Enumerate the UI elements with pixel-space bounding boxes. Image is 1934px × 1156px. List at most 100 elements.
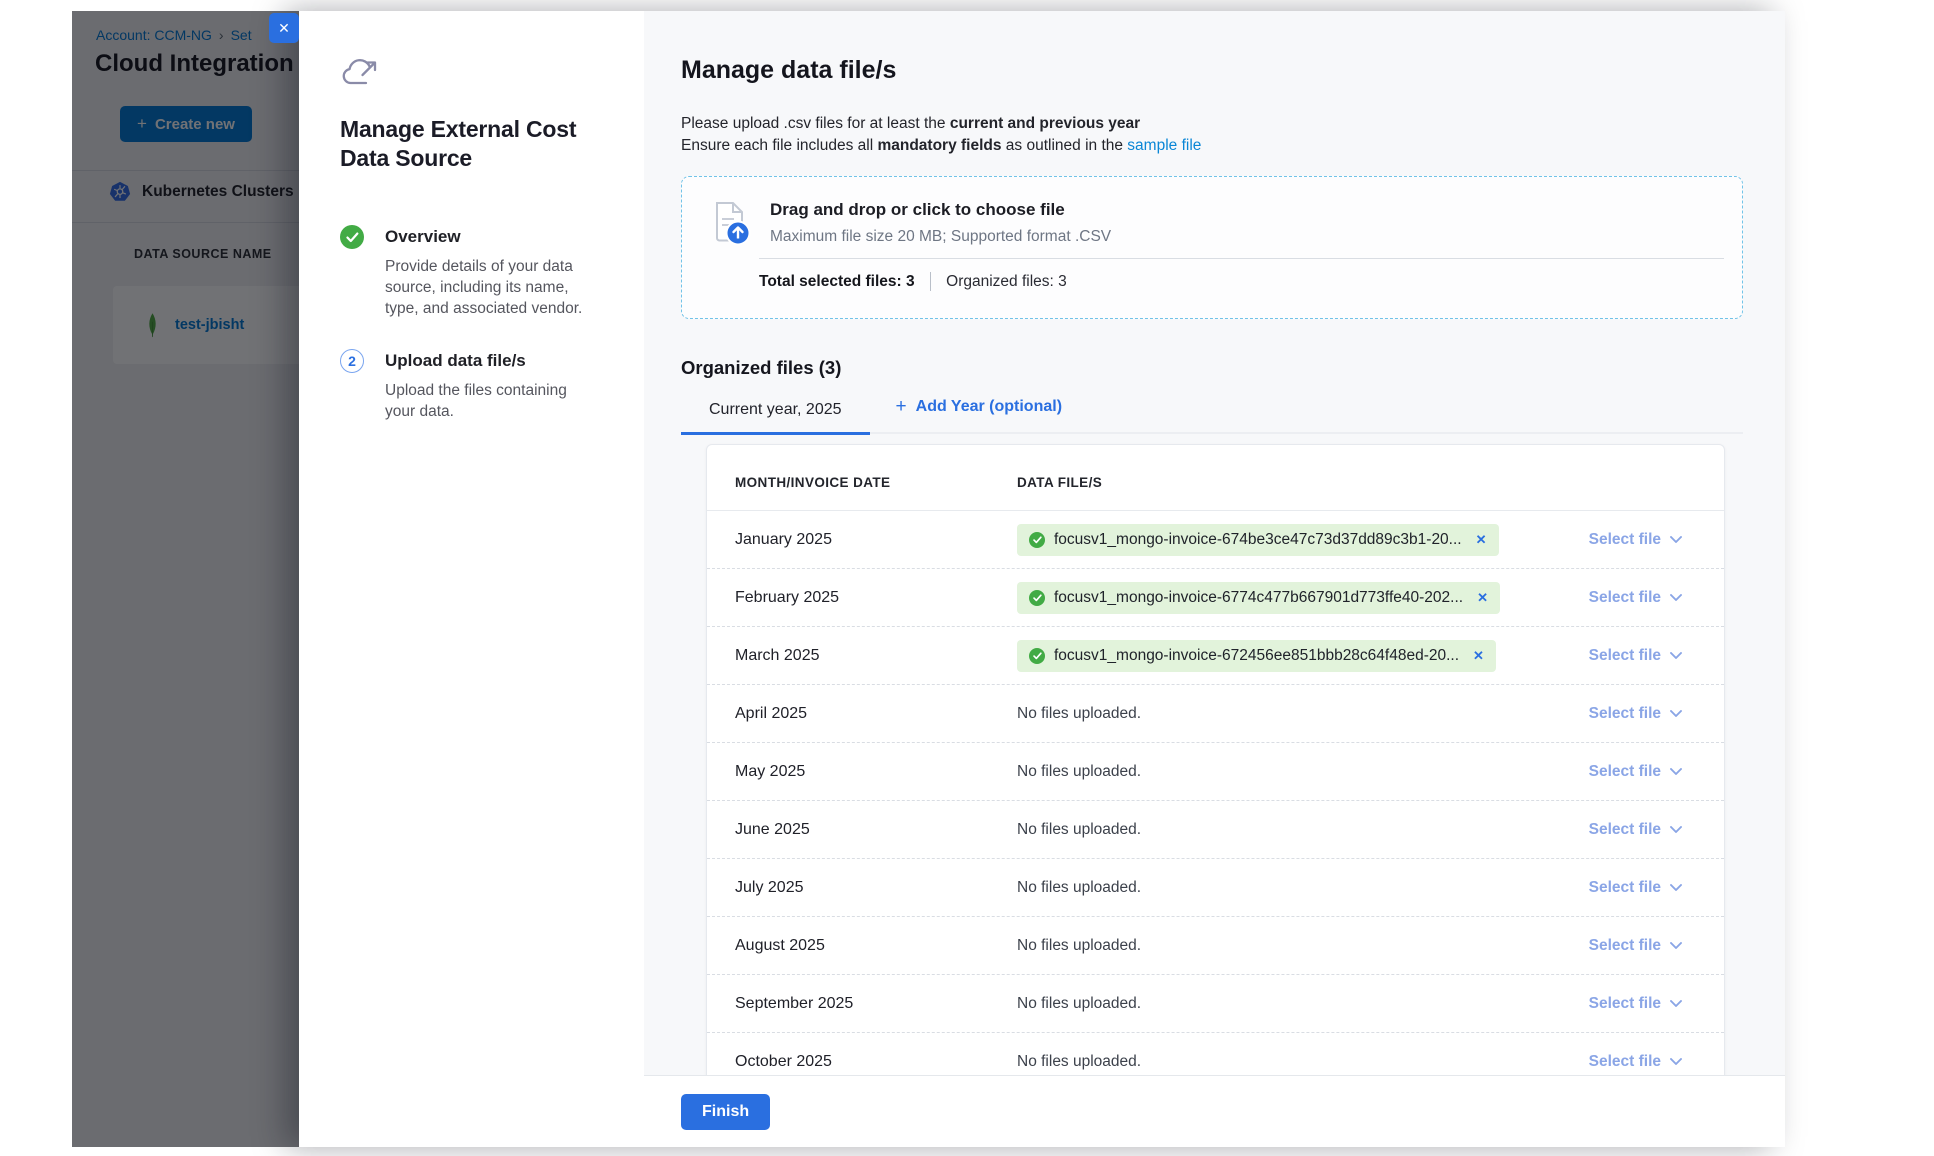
file-chip: focusv1_mongo-invoice-674be3ce47c73d37dd… — [1017, 524, 1499, 556]
month-label: March 2025 — [735, 647, 1017, 665]
select-file-label: Select file — [1589, 1053, 1661, 1071]
table-row: February 2025 focusv1_mongo-invoice-6774… — [707, 569, 1724, 627]
select-file-label: Select file — [1589, 589, 1661, 607]
step-complete-check-icon — [340, 225, 364, 249]
column-month-invoice-date: MONTH/INVOICE DATE — [735, 475, 1017, 490]
remove-file-icon[interactable]: ✕ — [1477, 590, 1488, 606]
table-row: January 2025 focusv1_mongo-invoice-674be… — [707, 511, 1724, 569]
chevron-down-icon — [1670, 536, 1682, 543]
month-label: June 2025 — [735, 821, 1017, 839]
check-circle-icon — [1029, 532, 1045, 548]
select-file-dropdown[interactable]: Select file — [1589, 705, 1696, 723]
dropzone-subtitle: Maximum file size 20 MB; Supported forma… — [770, 228, 1111, 246]
chevron-down-icon — [1670, 652, 1682, 659]
step-number-badge: 2 — [340, 349, 364, 373]
select-file-dropdown[interactable]: Select file — [1589, 821, 1696, 839]
files-cell: No files uploaded. — [1017, 937, 1589, 955]
add-year-button[interactable]: + Add Year (optional) — [896, 396, 1063, 432]
select-file-label: Select file — [1589, 705, 1661, 723]
select-file-dropdown[interactable]: Select file — [1589, 647, 1696, 665]
file-chip-name: focusv1_mongo-invoice-6774c477b667901d77… — [1054, 589, 1463, 607]
files-cell: No files uploaded. — [1017, 705, 1589, 723]
files-cell: focusv1_mongo-invoice-672456ee851bbb28c6… — [1017, 640, 1589, 672]
intro-line-2: Ensure each file includes all mandatory … — [681, 135, 1743, 157]
tab-current-year[interactable]: Current year, 2025 — [681, 401, 870, 435]
table-row: May 2025 No files uploaded. Select file — [707, 743, 1724, 801]
file-chip-name: focusv1_mongo-invoice-674be3ce47c73d37dd… — [1054, 531, 1462, 549]
step-upload-description: Upload the files containing your data. — [385, 380, 597, 422]
content-heading: Manage data file/s — [681, 56, 1743, 85]
table-header: MONTH/INVOICE DATE DATA FILE/S — [707, 445, 1724, 511]
check-circle-icon — [1029, 590, 1045, 606]
close-button[interactable]: ✕ — [269, 13, 299, 43]
table-row: June 2025 No files uploaded. Select file — [707, 801, 1724, 859]
select-file-label: Select file — [1589, 647, 1661, 665]
finish-button[interactable]: Finish — [681, 1094, 770, 1130]
select-file-label: Select file — [1589, 531, 1661, 549]
files-cell: No files uploaded. — [1017, 879, 1589, 897]
vertical-divider — [930, 272, 932, 291]
upload-step-content: Manage data file/s Please upload .csv fi… — [644, 11, 1785, 1147]
select-file-label: Select file — [1589, 879, 1661, 897]
chevron-down-icon — [1670, 1000, 1682, 1007]
select-file-label: Select file — [1589, 821, 1661, 839]
manage-data-source-drawer: ✕ Manage External Cost Data Source — [299, 11, 1785, 1147]
remove-file-icon[interactable]: ✕ — [1476, 532, 1487, 548]
select-file-dropdown[interactable]: Select file — [1589, 589, 1696, 607]
stepper-panel: Manage External Cost Data Source Overvie… — [299, 11, 644, 1147]
files-cell: No files uploaded. — [1017, 763, 1589, 781]
select-file-label: Select file — [1589, 995, 1661, 1013]
remove-file-icon[interactable]: ✕ — [1473, 648, 1484, 664]
divider — [759, 258, 1724, 259]
intro-line-1: Please upload .csv files for at least th… — [681, 113, 1743, 135]
file-chip: focusv1_mongo-invoice-6774c477b667901d77… — [1017, 582, 1500, 614]
step-overview-label: Overview — [385, 227, 597, 247]
select-file-dropdown[interactable]: Select file — [1589, 1053, 1696, 1071]
files-cell: No files uploaded. — [1017, 995, 1589, 1013]
chevron-down-icon — [1670, 594, 1682, 601]
file-chip-name: focusv1_mongo-invoice-672456ee851bbb28c6… — [1054, 647, 1459, 665]
select-file-dropdown[interactable]: Select file — [1589, 879, 1696, 897]
organized-files-heading: Organized files (3) — [681, 357, 1743, 379]
chevron-down-icon — [1670, 826, 1682, 833]
step-upload-data[interactable]: 2 Upload data file/s Upload the files co… — [340, 349, 606, 422]
table-row: April 2025 No files uploaded. Select fil… — [707, 685, 1724, 743]
total-selected-files: Total selected files: 3 — [759, 273, 915, 291]
check-circle-icon — [1029, 648, 1045, 664]
background-page: Account: CCM-NG › Set Cloud Integration … — [72, 11, 299, 1147]
empty-files-text: No files uploaded. — [1017, 705, 1141, 723]
month-rows: January 2025 focusv1_mongo-invoice-674be… — [707, 511, 1724, 1075]
scroll-area[interactable]: Manage data file/s Please upload .csv fi… — [644, 11, 1785, 1075]
add-year-label: Add Year (optional) — [916, 398, 1062, 416]
month-label: October 2025 — [735, 1053, 1017, 1071]
file-dropzone[interactable]: Drag and drop or click to choose file Ma… — [681, 176, 1743, 319]
empty-files-text: No files uploaded. — [1017, 763, 1141, 781]
select-file-label: Select file — [1589, 937, 1661, 955]
step-overview[interactable]: Overview Provide details of your data so… — [340, 225, 606, 319]
column-data-files: DATA FILE/S — [1017, 475, 1102, 490]
cloud-export-icon — [340, 57, 606, 89]
table-row: March 2025 focusv1_mongo-invoice-672456e… — [707, 627, 1724, 685]
modal-dim-overlay — [72, 11, 299, 1147]
month-label: August 2025 — [735, 937, 1017, 955]
plus-icon: + — [896, 396, 907, 418]
month-label: July 2025 — [735, 879, 1017, 897]
stepper: Overview Provide details of your data so… — [340, 225, 606, 422]
month-label: February 2025 — [735, 589, 1017, 607]
sample-file-link[interactable]: sample file — [1127, 137, 1201, 154]
select-file-dropdown[interactable]: Select file — [1589, 937, 1696, 955]
drawer-footer: Finish — [644, 1075, 1785, 1147]
table-row: July 2025 No files uploaded. Select file — [707, 859, 1724, 917]
chevron-down-icon — [1670, 768, 1682, 775]
files-cell: No files uploaded. — [1017, 821, 1589, 839]
organized-files-count: Organized files: 3 — [946, 273, 1067, 291]
empty-files-text: No files uploaded. — [1017, 1053, 1141, 1071]
file-chip: focusv1_mongo-invoice-672456ee851bbb28c6… — [1017, 640, 1496, 672]
file-counters: Total selected files: 3 Organized files:… — [759, 272, 1724, 291]
close-icon: ✕ — [278, 21, 290, 35]
select-file-dropdown[interactable]: Select file — [1589, 995, 1696, 1013]
page: Account: CCM-NG › Set Cloud Integration … — [0, 0, 1934, 1156]
select-file-dropdown[interactable]: Select file — [1589, 531, 1696, 549]
files-cell: No files uploaded. — [1017, 1053, 1589, 1071]
select-file-dropdown[interactable]: Select file — [1589, 763, 1696, 781]
